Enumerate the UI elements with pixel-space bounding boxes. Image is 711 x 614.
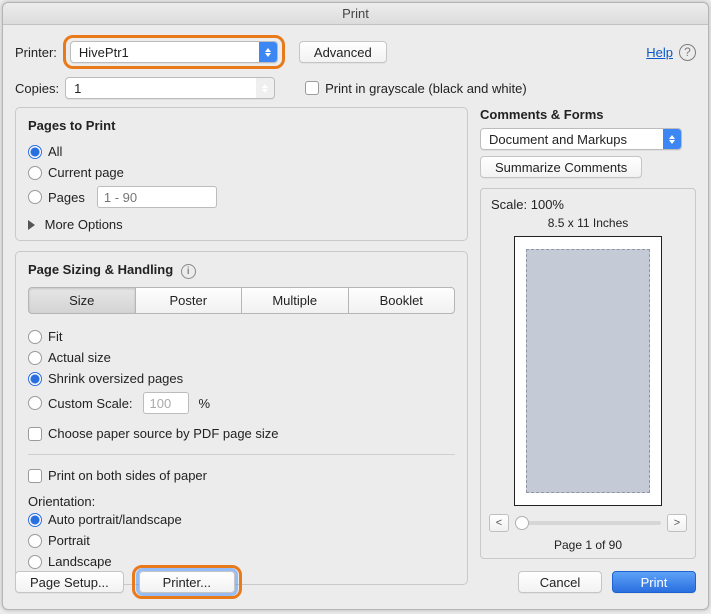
pages-current-radio[interactable]: Current page — [28, 165, 124, 180]
slider-thumb[interactable] — [515, 516, 529, 530]
pages-range-label: Pages — [48, 190, 85, 205]
orientation-portrait-radio[interactable]: Portrait — [28, 533, 90, 548]
window-title: Print — [3, 3, 708, 25]
fit-radio[interactable]: Fit — [28, 329, 62, 344]
grayscale-label: Print in grayscale (black and white) — [325, 81, 527, 96]
pages-range-input[interactable] — [97, 186, 217, 208]
more-options-disclosure[interactable]: More Options — [28, 217, 455, 232]
printer-label: Printer: — [15, 45, 57, 60]
sizing-group: Page Sizing & Handling i Size Poster Mul… — [15, 251, 468, 585]
more-options-label: More Options — [45, 217, 123, 232]
custom-scale-input[interactable] — [143, 392, 189, 414]
page-count-label: Page 1 of 90 — [489, 538, 687, 552]
segment-poster[interactable]: Poster — [135, 287, 243, 314]
sizing-segment-control: Size Poster Multiple Booklet — [28, 287, 455, 314]
paper-size-label: 8.5 x 11 Inches — [489, 216, 687, 230]
printer-highlight: HivePtr1 — [63, 35, 285, 69]
disclosure-triangle-icon — [28, 220, 35, 230]
page-preview — [514, 236, 662, 506]
printer-button-highlight: Printer... — [132, 565, 242, 599]
copies-label: Copies: — [15, 81, 59, 96]
info-icon[interactable]: i — [181, 264, 196, 279]
help-icon[interactable]: ? — [679, 44, 696, 61]
comments-title: Comments & Forms — [480, 107, 696, 122]
preview-panel: Scale: 100% 8.5 x 11 Inches < > Page 1 o… — [480, 188, 696, 559]
comments-select-value: Document and Markups — [489, 132, 663, 147]
page-thumbnail — [526, 249, 650, 493]
pages-all-label: All — [48, 144, 62, 159]
preview-page-slider[interactable] — [515, 521, 661, 525]
segment-multiple[interactable]: Multiple — [241, 287, 349, 314]
preview-prev-button[interactable]: < — [489, 514, 509, 532]
advanced-button[interactable]: Advanced — [299, 41, 387, 63]
pages-to-print-title: Pages to Print — [28, 118, 455, 133]
comments-select[interactable]: Document and Markups — [480, 128, 682, 150]
orientation-label: Orientation: — [28, 494, 455, 509]
copies-stepper[interactable]: 1 — [65, 77, 275, 99]
sizing-title: Page Sizing & Handling i — [28, 262, 455, 279]
help-link[interactable]: Help — [646, 45, 673, 60]
summarize-comments-button[interactable]: Summarize Comments — [480, 156, 642, 178]
printer-button[interactable]: Printer... — [139, 571, 235, 593]
custom-scale-radio[interactable]: Custom Scale: % — [28, 392, 210, 414]
pages-range-radio[interactable]: Pages — [28, 186, 217, 208]
pages-all-radio[interactable]: All — [28, 144, 62, 159]
chevron-updown-icon — [256, 78, 274, 98]
print-dialog: Print Printer: HivePtr1 Advanced Help ? … — [2, 2, 709, 610]
grayscale-checkbox[interactable]: Print in grayscale (black and white) — [305, 81, 527, 96]
printer-select[interactable]: HivePtr1 — [70, 41, 278, 63]
orientation-auto-radio[interactable]: Auto portrait/landscape — [28, 512, 182, 527]
segment-booklet[interactable]: Booklet — [348, 287, 456, 314]
print-button[interactable]: Print — [612, 571, 696, 593]
scale-label: Scale: 100% — [491, 197, 687, 212]
actual-size-radio[interactable]: Actual size — [28, 350, 111, 365]
preview-next-button[interactable]: > — [667, 514, 687, 532]
page-setup-button[interactable]: Page Setup... — [15, 571, 124, 593]
pages-current-label: Current page — [48, 165, 124, 180]
printer-select-value: HivePtr1 — [79, 45, 259, 60]
segment-size[interactable]: Size — [28, 287, 136, 314]
pages-to-print-group: Pages to Print All Current page Pages — [15, 107, 468, 241]
chevron-updown-icon — [663, 129, 681, 149]
chevron-updown-icon — [259, 42, 277, 62]
choose-paper-checkbox[interactable]: Choose paper source by PDF page size — [28, 426, 279, 441]
cancel-button[interactable]: Cancel — [518, 571, 602, 593]
duplex-checkbox[interactable]: Print on both sides of paper — [28, 468, 207, 483]
copies-value: 1 — [74, 81, 256, 96]
shrink-oversized-radio[interactable]: Shrink oversized pages — [28, 371, 183, 386]
